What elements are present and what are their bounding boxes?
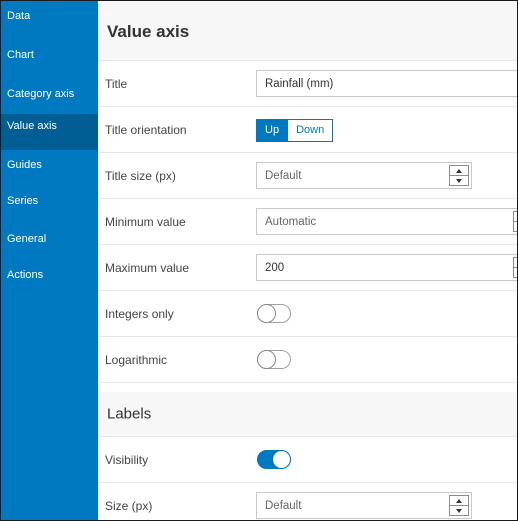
logarithmic-toggle[interactable]: [257, 350, 291, 369]
title-size-value: Default: [265, 169, 302, 182]
minimum-value-value: Automatic: [265, 215, 317, 228]
spin-down-button[interactable]: [450, 506, 468, 516]
visibility-toggle[interactable]: [257, 450, 291, 469]
title-orientation-row: Title orientation Up Down: [98, 107, 517, 153]
logarithmic-label: Logarithmic: [105, 352, 168, 367]
title-size-input[interactable]: Default: [256, 162, 472, 189]
sidebar-item-label: Actions: [7, 269, 44, 281]
integers-only-toggle[interactable]: [257, 304, 291, 323]
orientation-down-button[interactable]: Down: [288, 119, 334, 142]
chevron-down-icon: [456, 179, 462, 183]
maximum-value-row: Maximum value 200: [98, 245, 517, 291]
sidebar-item-value-axis[interactable]: Value axis: [1, 114, 98, 150]
title-size-row: Title size (px) Default: [98, 153, 517, 199]
label-size-stepper: [449, 495, 469, 516]
sidebar-item-label: Chart: [7, 49, 34, 61]
integers-only-row: Integers only: [98, 291, 517, 337]
integers-only-label: Integers only: [105, 306, 174, 321]
axis-title-input[interactable]: [256, 70, 517, 97]
spin-up-button[interactable]: [514, 212, 517, 222]
label-size-row: Size (px) Default: [98, 483, 517, 520]
spin-up-button[interactable]: [514, 258, 517, 268]
label-size-value: Default: [265, 499, 302, 512]
chevron-up-icon: [456, 498, 462, 503]
spin-down-button[interactable]: [514, 268, 517, 278]
sidebar-item-category-axis[interactable]: Category axis: [1, 82, 98, 118]
panel-header: Value axis: [98, 1, 517, 61]
visibility-label: Visibility: [105, 452, 149, 467]
maximum-value-stepper: [513, 257, 517, 278]
minimum-value-label: Minimum value: [105, 214, 186, 229]
sidebar-item-data[interactable]: Data: [1, 4, 98, 40]
title-row: Title: [98, 61, 517, 107]
visibility-row: Visibility: [98, 437, 517, 483]
label-size-label: Size (px): [105, 499, 153, 513]
spin-up-button[interactable]: [450, 496, 468, 506]
minimum-value-input[interactable]: Automatic: [256, 208, 517, 235]
maximum-value-label: Maximum value: [105, 260, 190, 275]
sidebar-item-guides[interactable]: Guides: [1, 153, 98, 189]
orientation-toggle-group: Up Down: [256, 119, 334, 142]
maximum-value-value: 200: [265, 261, 285, 274]
spin-up-button[interactable]: [450, 166, 468, 176]
sidebar-item-actions[interactable]: Actions: [1, 263, 98, 299]
toggle-knob: [257, 350, 276, 369]
sidebar-item-label: General: [7, 233, 47, 245]
orientation-up-button[interactable]: Up: [256, 119, 289, 142]
spin-down-button[interactable]: [450, 176, 468, 186]
chevron-down-icon: [456, 509, 462, 513]
sidebar-item-general[interactable]: General: [1, 227, 98, 263]
toggle-knob: [257, 304, 276, 323]
sidebar-item-chart[interactable]: Chart: [1, 43, 98, 79]
page-title: Value axis: [107, 22, 190, 41]
labels-section-title: Labels: [107, 405, 152, 423]
title-orientation-label: Title orientation: [105, 122, 187, 137]
toggle-knob: [272, 450, 291, 469]
settings-content: Value axis Title Title orientation Up Do…: [98, 1, 517, 520]
sidebar-item-series[interactable]: Series: [1, 189, 98, 225]
minimum-value-stepper: [513, 211, 517, 232]
sidebar-item-label: Category axis: [7, 88, 75, 100]
label-size-input[interactable]: Default: [256, 492, 472, 519]
chart-settings-panel: Data Chart Category axis Value axis Guid…: [0, 0, 518, 521]
sidebar-item-label: Value axis: [7, 120, 57, 132]
logarithmic-row: Logarithmic: [98, 337, 517, 383]
sidebar-item-label: Guides: [7, 159, 42, 171]
spin-down-button[interactable]: [514, 222, 517, 232]
title-size-stepper: [449, 165, 469, 186]
labels-section-header: Labels: [98, 392, 517, 437]
sidebar-item-label: Data: [7, 10, 31, 22]
minimum-value-row: Minimum value Automatic: [98, 199, 517, 245]
chevron-up-icon: [456, 168, 462, 173]
sidebar-item-label: Series: [7, 195, 39, 207]
sidebar: Data Chart Category axis Value axis Guid…: [1, 1, 98, 520]
title-size-label: Title size (px): [105, 168, 176, 183]
maximum-value-input[interactable]: 200: [256, 254, 517, 281]
title-label: Title: [105, 76, 128, 91]
